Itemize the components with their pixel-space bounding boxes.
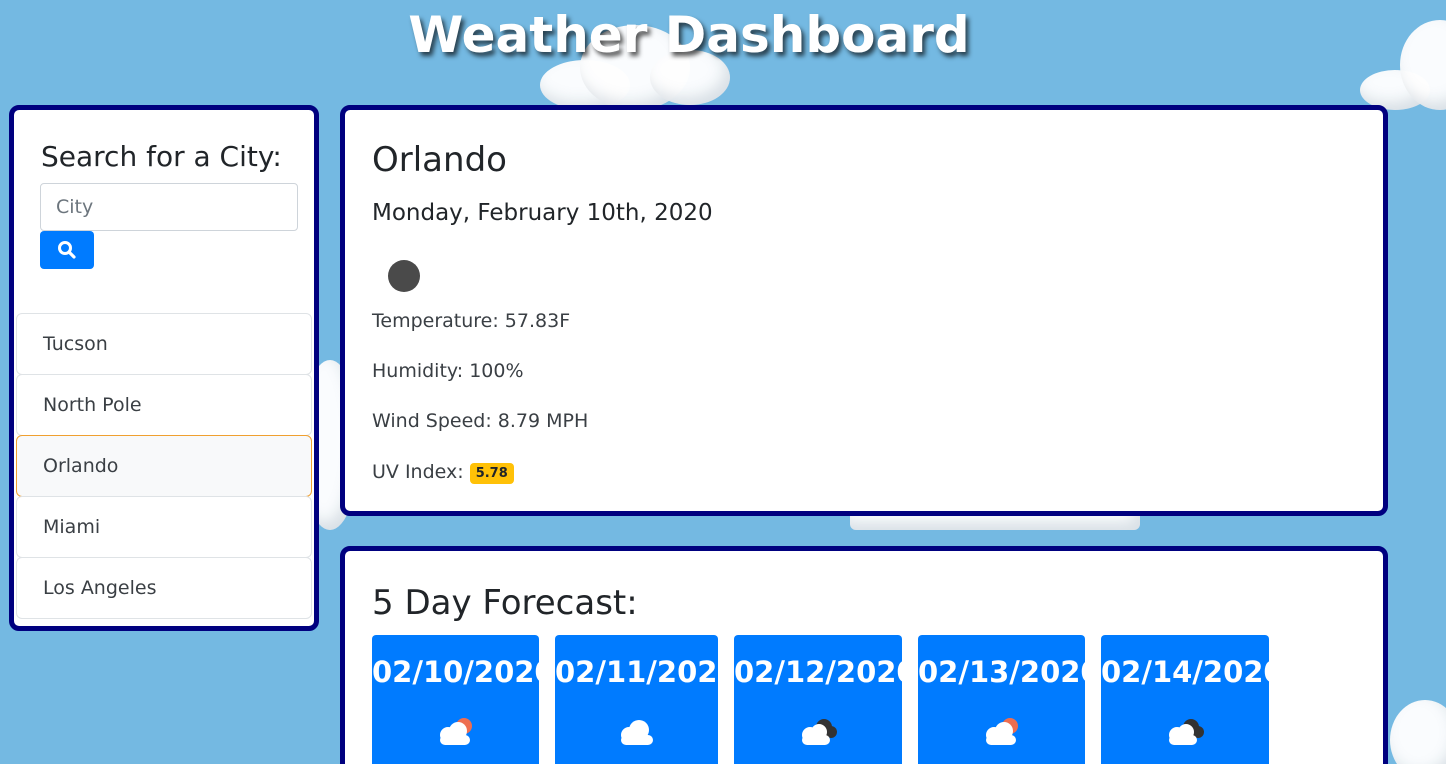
city-item-north-pole[interactable]: North Pole xyxy=(16,374,312,436)
forecast-date: 02/13/2020 xyxy=(918,655,1101,689)
forecast-date: 02/11/2020 xyxy=(555,655,738,689)
partly-cloudy-sun-icon xyxy=(985,718,1018,745)
search-button[interactable] xyxy=(40,231,94,269)
search-icon xyxy=(58,241,76,259)
broken-clouds-icon xyxy=(802,719,837,745)
forecast-panel: 5 Day Forecast: 02/10/2020 02/11/2020 02… xyxy=(340,546,1388,764)
city-search-panel: Search for a City: Tucson North Pole Orl… xyxy=(9,105,319,631)
current-city-name: Orlando xyxy=(372,140,507,180)
city-history-list: Tucson North Pole Orlando Miami Los Ange… xyxy=(16,313,312,619)
forecast-card: 02/11/2020 xyxy=(555,635,738,764)
page-title: Weather Dashboard xyxy=(408,6,970,64)
city-item-orlando[interactable]: Orlando xyxy=(16,435,312,497)
forecast-date: 02/14/2020 xyxy=(1101,655,1284,689)
forecast-date: 02/12/2020 xyxy=(734,655,917,689)
forecast-card: 02/13/2020 xyxy=(918,635,1101,764)
humidity-text: Humidity: 100% xyxy=(372,360,524,382)
wind-speed-text: Wind Speed: 8.79 MPH xyxy=(372,410,589,432)
forecast-date: 02/10/2020 xyxy=(372,655,555,689)
current-date: Monday, February 10th, 2020 xyxy=(372,200,713,226)
city-search-input[interactable] xyxy=(40,183,298,231)
city-item-los-angeles[interactable]: Los Angeles xyxy=(16,557,312,619)
forecast-heading: 5 Day Forecast: xyxy=(372,583,638,623)
forecast-card: 02/14/2020 xyxy=(1101,635,1284,764)
partly-cloudy-sun-icon xyxy=(439,718,472,745)
city-item-miami[interactable]: Miami xyxy=(16,496,312,558)
search-heading: Search for a City: xyxy=(41,140,282,173)
cloud-icon xyxy=(620,720,653,745)
current-weather-panel: Orlando Monday, February 10th, 2020 Temp… xyxy=(340,105,1388,516)
forecast-card: 02/12/2020 xyxy=(734,635,917,764)
weather-condition-icon xyxy=(388,260,420,292)
uv-index-row: UV Index: 5.78 xyxy=(372,461,514,484)
forecast-card: 02/10/2020 xyxy=(372,635,555,764)
uv-index-label: UV Index: xyxy=(372,461,470,483)
city-item-tucson[interactable]: Tucson xyxy=(16,313,312,375)
uv-index-badge: 5.78 xyxy=(469,463,514,484)
temperature-text: Temperature: 57.83F xyxy=(372,310,571,332)
broken-clouds-icon xyxy=(1169,719,1204,745)
